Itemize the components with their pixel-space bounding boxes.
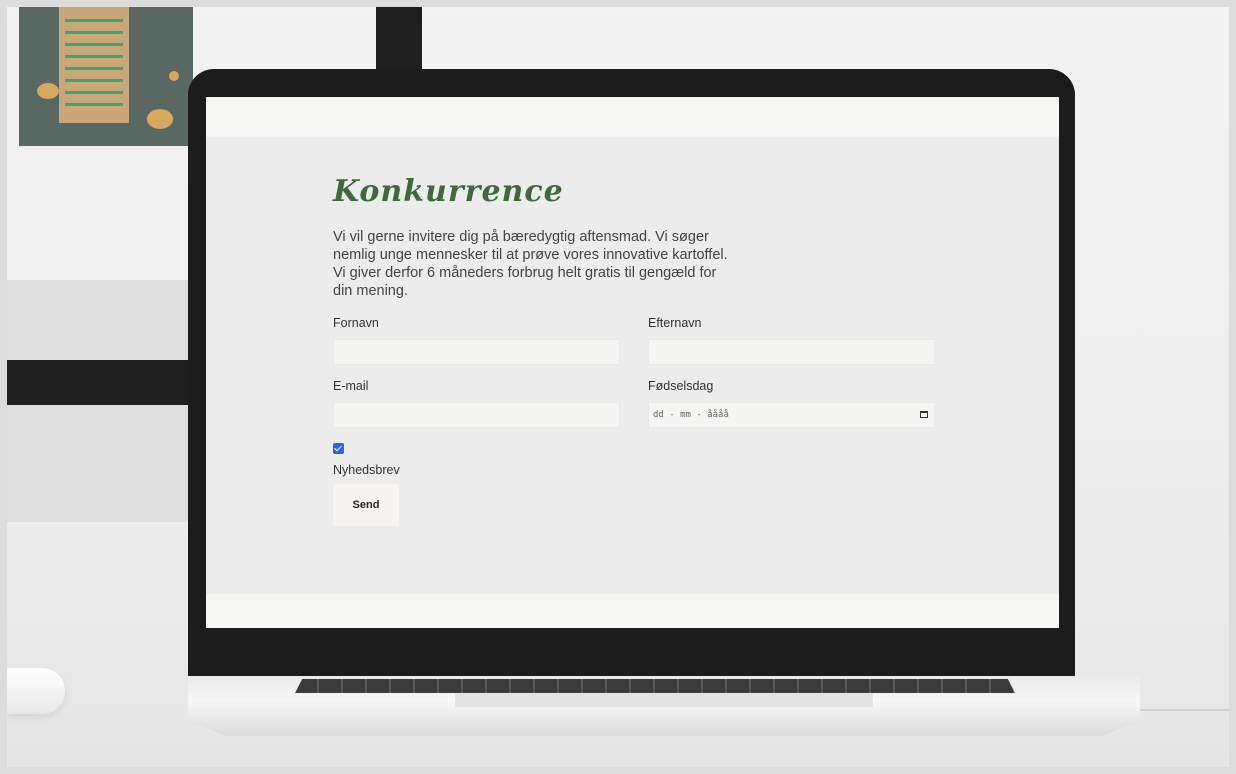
site-header-band — [206, 97, 1059, 137]
computer-mouse — [7, 668, 65, 714]
site-footer-band — [206, 594, 1059, 628]
first-name-input[interactable] — [333, 339, 620, 365]
last-name-label: Efternavn — [648, 316, 702, 330]
birthday-label: Fødselsdag — [648, 379, 714, 393]
newsletter-label: Nyhedsbrev — [333, 463, 400, 477]
email-input[interactable] — [333, 402, 620, 428]
wall-poster-image — [19, 5, 193, 146]
competition-section: Konkurrence Vi vil gerne invitere dig på… — [333, 172, 933, 300]
desk-pen — [1140, 709, 1232, 711]
wall-shelf-upper — [7, 280, 192, 360]
page-title: Konkurrence — [333, 174, 564, 209]
birthday-placeholder: dd - mm - åååå — [653, 410, 729, 420]
last-name-input[interactable] — [648, 339, 935, 365]
intro-line: din mening. — [333, 283, 408, 299]
intro-line: Vi giver derfor 6 måneders forbrug helt … — [333, 265, 717, 281]
laptop-screen: Konkurrence Vi vil gerne invitere dig på… — [206, 97, 1059, 628]
birthday-date-input[interactable]: dd - mm - åååå — [648, 402, 935, 428]
mockup-scene: Konkurrence Vi vil gerne invitere dig på… — [0, 0, 1236, 774]
wall-shelf-dark — [7, 360, 192, 405]
intro-line: Vi vil gerne invitere dig på bæredygtig … — [333, 229, 709, 245]
potato-bag-illustration — [59, 5, 129, 123]
email-label: E-mail — [333, 379, 369, 393]
intro-paragraph: Vi vil gerne invitere dig på bæredygtig … — [333, 228, 753, 300]
wall-frame-post — [376, 5, 422, 70]
wall-shelf-lower — [7, 405, 192, 522]
first-name-label: Fornavn — [333, 316, 379, 330]
calendar-icon[interactable] — [920, 411, 928, 418]
newsletter-checkbox[interactable] — [333, 443, 344, 454]
send-button[interactable]: Send — [333, 484, 399, 526]
laptop-trackpad — [455, 693, 873, 707]
laptop-keyboard — [295, 679, 1015, 693]
intro-line: nemlig unge mennesker til at prøve vores… — [333, 247, 728, 263]
